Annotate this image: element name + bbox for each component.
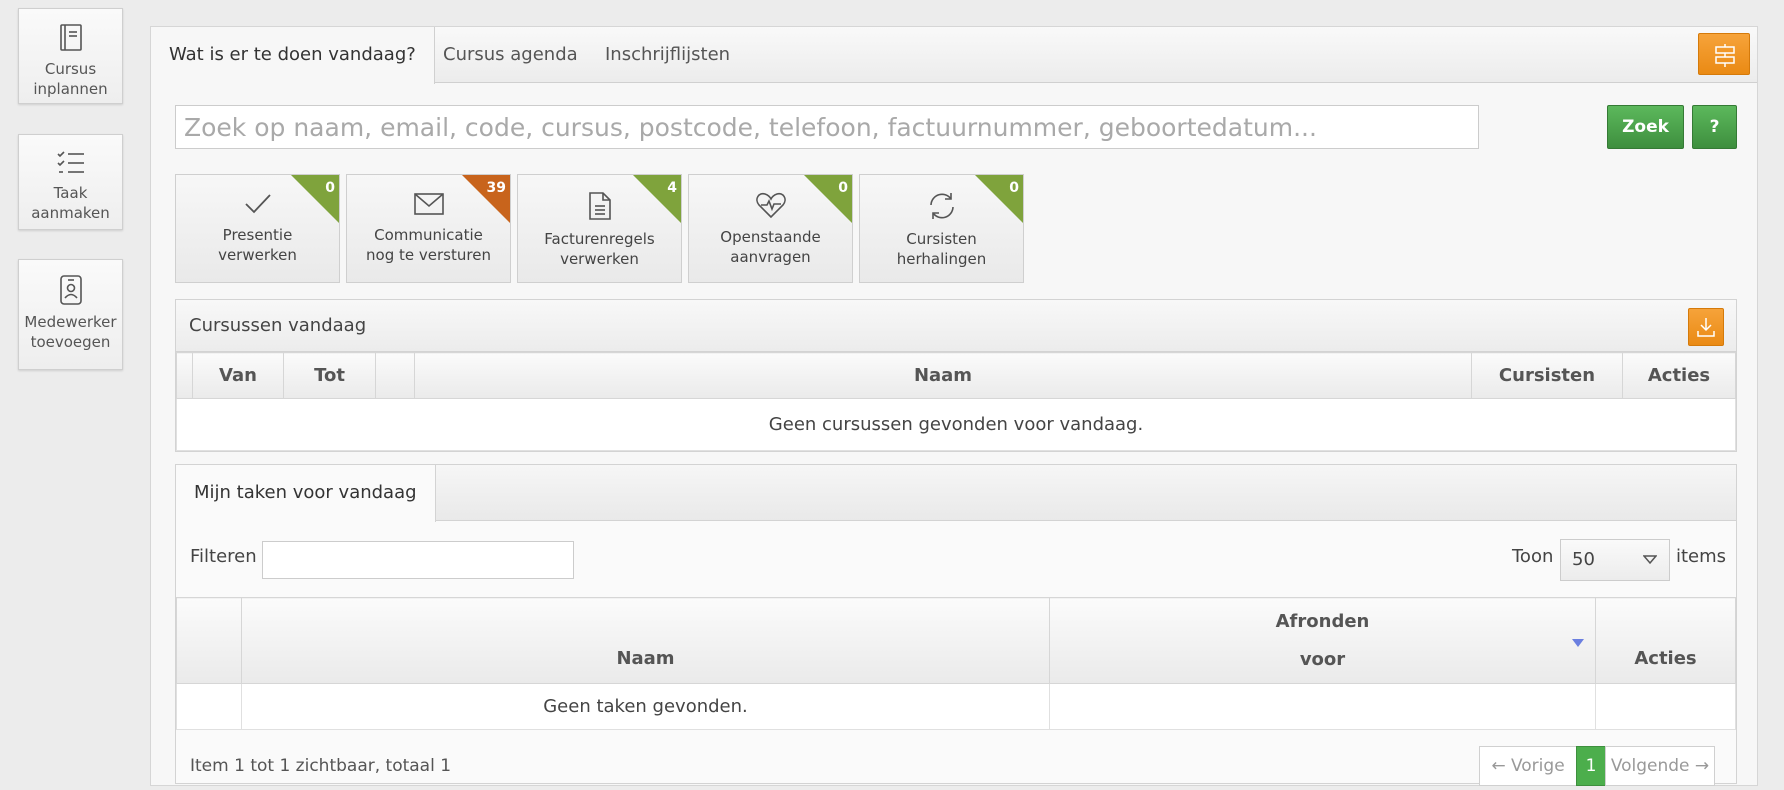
quick-button-taak-aanmaken[interactable]: Taak aanmaken bbox=[18, 134, 123, 230]
page-size-select[interactable]: 50 bbox=[1560, 539, 1670, 581]
quick-button-medewerker-toevoegen[interactable]: Medewerker toevoegen bbox=[18, 259, 123, 370]
empty-cell bbox=[1595, 683, 1736, 730]
empty-message: Geen cursussen gevonden voor vandaag. bbox=[176, 398, 1736, 451]
refresh-icon bbox=[929, 193, 954, 219]
pager-prev-button[interactable]: ← Vorige bbox=[1479, 746, 1577, 786]
tile-facturenregels[interactable]: 4 Facturenregels verwerken bbox=[517, 174, 682, 283]
count-badge-value: 0 bbox=[838, 180, 848, 196]
download-icon bbox=[1697, 318, 1715, 337]
count-badge-value: 0 bbox=[1009, 180, 1019, 196]
count-badge: 39 bbox=[462, 175, 510, 223]
quick-button-label: Medewerker toevoegen bbox=[24, 313, 117, 351]
count-badge: 0 bbox=[804, 175, 852, 223]
tile-openstaande-aanvragen[interactable]: 0 Openstaande aanvragen bbox=[688, 174, 853, 283]
pager-current-page[interactable]: 1 bbox=[1576, 746, 1606, 786]
count-badge: 0 bbox=[291, 175, 339, 223]
column-van[interactable]: Van bbox=[192, 352, 284, 399]
count-badge: 4 bbox=[633, 175, 681, 223]
tab-bar: Wat is er te doen vandaag? Cursus agenda… bbox=[151, 27, 1757, 84]
table-header-row: Van Tot Naam Cursisten Acties bbox=[176, 352, 1736, 399]
tile-communicatie[interactable]: 39 Communicatie nog te versturen bbox=[346, 174, 511, 283]
table-row: Geen cursussen gevonden voor vandaag. bbox=[176, 398, 1736, 451]
pagination-summary: Item 1 tot 1 zichtbaar, totaal 1 bbox=[190, 756, 452, 776]
id-badge-icon bbox=[59, 275, 82, 305]
section-title: Cursussen vandaag bbox=[189, 315, 367, 336]
heartbeat-icon bbox=[755, 192, 786, 219]
column-acties: Acties bbox=[1595, 597, 1736, 684]
count-badge: 0 bbox=[975, 175, 1023, 223]
column-acties-label: Acties bbox=[1634, 648, 1697, 669]
main-panel: Wat is er te doen vandaag? Cursus agenda… bbox=[150, 26, 1758, 786]
search-input[interactable] bbox=[175, 105, 1479, 149]
check-icon bbox=[244, 194, 271, 214]
settings-button[interactable] bbox=[1698, 33, 1750, 75]
courses-today-header: Cursussen vandaag bbox=[176, 300, 1736, 352]
empty-message: Geen taken gevonden. bbox=[241, 683, 1050, 730]
book-icon bbox=[59, 24, 82, 51]
page-size-label: Toon bbox=[1512, 546, 1554, 567]
column-acties: Acties bbox=[1622, 352, 1736, 399]
tasks-table: Naam Afronden voor Acties Geen taken gev… bbox=[176, 597, 1736, 730]
courses-today-section: Cursussen vandaag Van Tot Naam Cursisten… bbox=[175, 299, 1737, 452]
tile-label: Openstaande aanvragen bbox=[720, 228, 821, 266]
filter-label: Filteren bbox=[190, 546, 257, 567]
task-list-icon bbox=[56, 151, 84, 173]
tasks-section: Mijn taken voor vandaag Filteren Toon 50… bbox=[175, 464, 1737, 786]
download-button[interactable] bbox=[1688, 308, 1724, 346]
sort-desc-icon bbox=[1572, 639, 1584, 647]
tab-mijn-taken[interactable]: Mijn taken voor vandaag bbox=[176, 465, 436, 522]
column-naam[interactable]: Naam bbox=[414, 352, 1472, 399]
envelope-icon bbox=[413, 193, 444, 215]
column-afronden-line1: Afronden bbox=[1275, 610, 1370, 632]
document-icon bbox=[588, 192, 611, 220]
quick-button-cursus-inplannen[interactable]: Cursus inplannen bbox=[18, 8, 123, 104]
column-afronden-voor[interactable]: Afronden voor bbox=[1049, 597, 1596, 684]
count-badge-value: 39 bbox=[486, 180, 506, 196]
tasks-tab-bar: Mijn taken voor vandaag bbox=[176, 465, 1736, 522]
table-header-row: Naam Afronden voor Acties bbox=[176, 597, 1736, 684]
column-select bbox=[176, 352, 193, 399]
page-size-value: 50 bbox=[1572, 549, 1595, 570]
count-badge-value: 0 bbox=[325, 180, 335, 196]
count-badge-value: 4 bbox=[667, 180, 677, 196]
table-row: Geen taken gevonden. bbox=[176, 683, 1736, 730]
tab-wat-is-er-te-doen[interactable]: Wat is er te doen vandaag? bbox=[151, 27, 435, 84]
tile-label: Facturenregels verwerken bbox=[544, 230, 655, 268]
tile-cursisten-herhalingen[interactable]: 0 Cursisten herhalingen bbox=[859, 174, 1024, 283]
column-select bbox=[176, 597, 242, 684]
items-label: items bbox=[1676, 546, 1727, 567]
column-afronden-line2: voor bbox=[1299, 648, 1346, 670]
filter-input[interactable] bbox=[262, 541, 574, 579]
courses-table: Van Tot Naam Cursisten Acties Geen cursu… bbox=[176, 352, 1736, 451]
chevron-down-icon bbox=[1643, 555, 1657, 565]
empty-cell bbox=[1049, 683, 1596, 730]
tasks-footer: Item 1 tot 1 zichtbaar, totaal 1 ← Vorig… bbox=[176, 730, 1736, 790]
tab-cursus-agenda[interactable]: Cursus agenda bbox=[425, 27, 596, 83]
tile-label: Cursisten herhalingen bbox=[896, 230, 987, 268]
column-extra bbox=[375, 352, 415, 399]
tile-label: Presentie verwerken bbox=[218, 226, 297, 264]
help-button[interactable]: ? bbox=[1692, 105, 1737, 149]
empty-cell bbox=[176, 683, 242, 730]
quick-button-label: Cursus inplannen bbox=[33, 60, 108, 98]
column-naam[interactable]: Naam bbox=[241, 597, 1050, 684]
column-naam-label: Naam bbox=[616, 648, 675, 669]
pager-next-button[interactable]: Volgende → bbox=[1605, 746, 1715, 786]
signpost-icon bbox=[1715, 44, 1735, 67]
tasks-filter-row: Filteren Toon 50 items bbox=[176, 521, 1736, 597]
tile-label: Communicatie nog te versturen bbox=[366, 226, 491, 264]
column-cursisten[interactable]: Cursisten bbox=[1471, 352, 1623, 399]
quick-button-label: Taak aanmaken bbox=[31, 184, 110, 222]
search-button[interactable]: Zoek bbox=[1607, 105, 1684, 149]
column-tot[interactable]: Tot bbox=[283, 352, 376, 399]
tab-inschrijflijsten[interactable]: Inschrijflijsten bbox=[587, 27, 748, 83]
tile-presentie-verwerken[interactable]: 0 Presentie verwerken bbox=[175, 174, 340, 283]
